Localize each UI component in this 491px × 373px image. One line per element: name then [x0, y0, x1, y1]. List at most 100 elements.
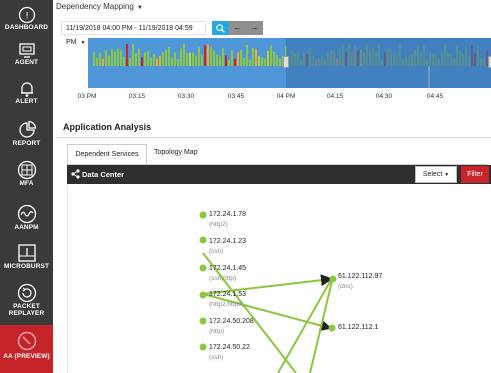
source-node[interactable]: [199, 264, 207, 272]
dependency-graph: 172.24.1.78 (http2) 172.24.1.23 (ssh) 17…: [67, 185, 491, 373]
timeline-bar: [276, 55, 278, 66]
mfa-icon: [17, 160, 36, 180]
timeline-bar: [258, 56, 260, 66]
timeline-bar: [234, 58, 236, 66]
section-title: Application Analysis: [63, 122, 152, 132]
timeline-bar: [102, 58, 104, 66]
timeline-bar: [246, 44, 248, 66]
pan-left-button[interactable]: ←: [229, 21, 246, 35]
sidebar-item-aanpm[interactable]: AANPM: [0, 204, 53, 236]
timeline-bar: [96, 58, 98, 66]
app-root: ! DASHBOARD AGENT ALERT REPORT MFA AANPM…: [0, 0, 491, 373]
selection-handle-left[interactable]: [283, 56, 289, 68]
target-node[interactable]: [329, 275, 337, 283]
source-node[interactable]: [199, 291, 207, 299]
source-node[interactable]: [199, 317, 207, 325]
timeline-selection[interactable]: [286, 38, 491, 88]
traffic-timeline[interactable]: [88, 38, 491, 88]
data-center-toolbar: Data Center Select ▼ Filter: [67, 165, 491, 184]
timeline-bar: [105, 49, 107, 66]
timeline-bar: [267, 50, 269, 66]
sidebar-item-dashboard[interactable]: ! DASHBOARD: [0, 6, 53, 40]
timeline-bar: [243, 57, 245, 66]
source-node[interactable]: [199, 211, 207, 219]
timeline-tick: 03 PM: [77, 93, 97, 100]
sidebar-item-label: PACKET REPLAYER: [8, 303, 45, 317]
timeline-bar: [174, 52, 176, 66]
sidebar-item-alert[interactable]: ALERT: [0, 80, 53, 110]
report-pie-icon: [18, 120, 36, 138]
caret-down-icon: ▼: [136, 5, 143, 11]
timeline-bar: [168, 47, 170, 66]
timeline-tick: 04:45: [426, 93, 444, 100]
timeline-bar: [270, 45, 272, 66]
target-node[interactable]: [328, 324, 336, 332]
graph-edges: [199, 211, 337, 373]
timeline-bar: [207, 44, 209, 66]
timeline-bar: [153, 54, 155, 66]
sidebar-item-packet-replayer[interactable]: PACKET REPLAYER: [0, 283, 53, 323]
timeline-bar: [165, 49, 167, 66]
sidebar-item-mfa[interactable]: MFA: [0, 160, 53, 192]
caret-down-icon: ▼: [444, 172, 450, 178]
timeline-bar: [222, 48, 224, 66]
timeline-bar: [204, 45, 206, 66]
timeline-bar: [135, 52, 137, 66]
agent-icon: [18, 43, 35, 58]
timeline-bar: [111, 48, 113, 66]
timeline-tick: 03:30: [177, 93, 195, 100]
select-dropdown[interactable]: Select ▼: [415, 166, 457, 183]
node-ip-label: 172.24.1.45: [209, 265, 246, 272]
page-title-dropdown[interactable]: Dependency Mapping ▼: [56, 2, 143, 11]
sidebar-item-agent[interactable]: AGENT: [0, 42, 53, 72]
sidebar-item-report[interactable]: REPORT: [0, 120, 53, 152]
arrow-left-icon: ←: [233, 23, 242, 32]
timeline-bar: [171, 57, 173, 66]
timeline-bar: [93, 51, 95, 66]
tab-dependent-services[interactable]: Dependent Services: [67, 144, 147, 164]
timeline-bar: [144, 52, 146, 66]
timeline-bar: [264, 58, 266, 66]
sidebar-item-microburst[interactable]: MICROBURST: [0, 243, 53, 275]
alert-bell-icon: [20, 82, 33, 97]
tab-topology-map[interactable]: Topology Map: [154, 149, 198, 156]
dependency-mapping-header: Dependency Mapping ▼ 11/19/2018 04:00 PM …: [53, 0, 491, 110]
node-ip-label: 61.122.112.1: [338, 324, 379, 331]
timeline-bar: [186, 52, 188, 66]
timeline-bar: [192, 52, 194, 66]
zoom-in-button[interactable]: [212, 21, 229, 35]
timeline-tick: 03:45: [227, 93, 245, 100]
pan-right-button[interactable]: →: [246, 21, 263, 35]
timeline-tick: 04 PM: [276, 93, 296, 100]
time-range-select[interactable]: 11/19/2018 04:00 PM - 11/19/2018 04:59 P…: [61, 21, 206, 46]
node-proto-label: (ssh): [209, 354, 224, 361]
timeline-bar: [150, 57, 152, 66]
sidebar-item-label: AA (PREVIEW): [3, 353, 50, 360]
divider: [55, 137, 491, 138]
timeline-bar: [228, 59, 230, 66]
timeline-bar: [273, 51, 275, 66]
timeline-bar: [183, 43, 185, 66]
node-ip-label: 172.24.1.23: [209, 238, 246, 245]
node-proto-label: (http2,https): [209, 301, 244, 308]
node-proto-label: (http2): [209, 221, 228, 228]
timeline-bar: [195, 55, 197, 66]
timeline-bar: [210, 47, 212, 66]
timeline-bar: [216, 54, 218, 66]
source-node[interactable]: [199, 343, 207, 351]
select-label: Select: [422, 171, 443, 178]
timeline-bar: [219, 56, 221, 66]
timeline-bar: [189, 52, 191, 66]
aa-icon: [17, 331, 36, 351]
sidebar-item-aa-preview[interactable]: AA (PREVIEW): [0, 325, 53, 373]
sidebar-item-label: DASHBOARD: [4, 24, 49, 31]
timeline-tick: 04:30: [375, 93, 393, 100]
timeline-bar: [147, 50, 149, 66]
filter-button[interactable]: Filter: [461, 166, 489, 183]
node-ip-label: 172.24.1.53: [209, 291, 246, 298]
timeline-bar: [198, 47, 200, 66]
source-node[interactable]: [199, 236, 207, 244]
node-ip-label: 61.122.112.97: [338, 273, 383, 280]
timeline-bar: [255, 48, 257, 66]
page-title: Dependency Mapping: [56, 2, 134, 11]
